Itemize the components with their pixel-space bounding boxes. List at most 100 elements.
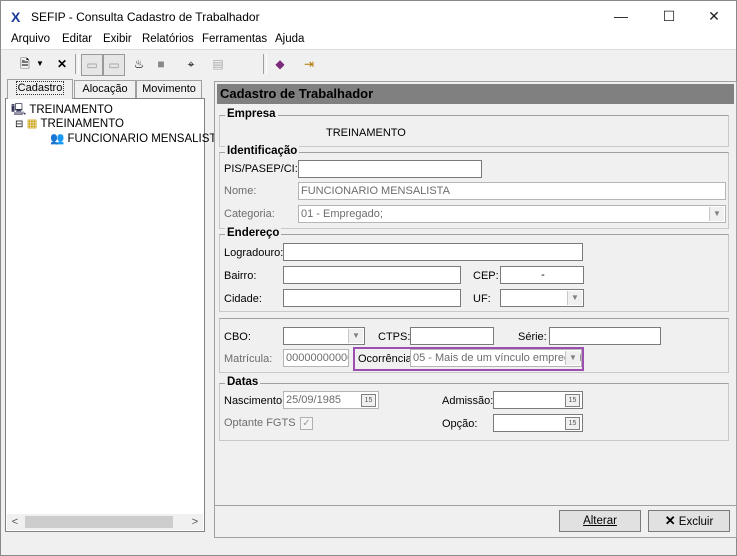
matricula-input[interactable]: 00000000000 — [283, 349, 349, 367]
people-icon: 👥 — [50, 133, 65, 145]
move-left-icon[interactable]: ▭ — [81, 54, 103, 76]
cidade-input[interactable] — [283, 289, 461, 307]
right-panel: Cadastro de Trabalhador Empresa TREINAME… — [214, 81, 737, 538]
building-icon: ▦ — [26, 118, 38, 130]
cbo-select[interactable]: ▼ — [283, 327, 365, 345]
nome-input[interactable]: FUNCIONARIO MENSALISTA — [298, 182, 726, 200]
menu-bar: Arquivo Editar Exibir Relatórios Ferrame… — [1, 31, 736, 49]
logradouro-label: Logradouro: — [224, 247, 284, 259]
cep-input[interactable]: - — [500, 266, 584, 284]
excluir-button[interactable]: ✕ Excluir — [648, 510, 730, 532]
serie-input[interactable] — [549, 327, 661, 345]
calendar-icon[interactable]: 15 — [565, 417, 580, 430]
ocorrencia-highlight-box — [353, 347, 584, 371]
identificacao-group: Identificação PIS/PASEP/CI: Nome: FUNCIO… — [219, 145, 729, 229]
bairro-label: Bairro: — [224, 270, 257, 282]
nascimento-value: 25/09/1985 — [286, 394, 342, 406]
menu-ajuda[interactable]: Ajuda — [275, 33, 304, 45]
report-icon[interactable]: ▤ — [208, 54, 228, 74]
tree-employee-item[interactable]: 👥 FUNCIONARIO MENSALISTA — [50, 131, 223, 145]
toolbar-separator — [263, 54, 267, 74]
tree-company-item[interactable]: ⊟ ▦ TREINAMENTO — [15, 116, 124, 130]
tree-company-label: TREINAMENTO — [40, 118, 124, 130]
minimize-button[interactable]: — — [598, 1, 644, 31]
scroll-right-icon[interactable]: > — [187, 514, 203, 530]
ctps-label: CTPS: — [378, 331, 411, 343]
excluir-icon: ✕ — [664, 513, 676, 528]
alterar-label: Alterar — [583, 515, 617, 527]
optante-fgts-label: Optante FGTS — [224, 417, 296, 429]
uf-label: UF: — [473, 293, 491, 305]
new-document-icon[interactable]: 🗎 — [15, 54, 35, 74]
menu-arquivo[interactable]: Arquivo — [11, 33, 50, 45]
pis-input[interactable] — [298, 160, 482, 178]
collapse-icon[interactable]: ⊟ — [15, 119, 23, 130]
tree-view: 🖳 TREINAMENTO ⊟ ▦ TREINAMENTO 👥 FUNCIONA… — [5, 98, 223, 532]
delete-icon[interactable]: ✕ — [52, 54, 72, 74]
matricula-label: Matrícula: — [224, 353, 273, 365]
horizontal-scrollbar[interactable]: < > — [7, 514, 203, 530]
panel-title: Cadastro de Trabalhador — [217, 84, 734, 104]
categoria-value: 01 - Empregado; — [301, 208, 383, 220]
cep-label: CEP: — [473, 270, 499, 282]
menu-ferramentas[interactable]: Ferramentas — [202, 33, 267, 45]
window-title: SEFIP - Consulta Cadastro de Trabalhador — [31, 10, 260, 24]
alterar-button[interactable]: Alterar — [559, 510, 641, 532]
serie-label: Série: — [518, 331, 547, 343]
title-bar: X SEFIP - Consulta Cadastro de Trabalhad… — [1, 1, 736, 31]
calendar-icon[interactable]: 15 — [361, 394, 376, 407]
menu-exibir[interactable]: Exibir — [103, 33, 132, 45]
admissao-input[interactable]: 15 — [493, 391, 583, 409]
endereco-group: Endereço Logradouro: Bairro: CEP: - Cida… — [219, 227, 729, 312]
help-book-icon[interactable]: ◆ — [270, 54, 290, 74]
excluir-label: Excluir — [678, 516, 714, 528]
tree-icon[interactable]: ♨ — [129, 54, 149, 74]
binoculars-icon[interactable]: ⌖ — [181, 54, 201, 74]
move-right-icon[interactable]: ▭ — [103, 54, 125, 76]
logradouro-input[interactable] — [283, 243, 583, 261]
calendar-icon[interactable]: 15 — [565, 394, 580, 407]
bairro-input[interactable] — [283, 266, 461, 284]
tree-root-label: TREINAMENTO — [29, 104, 113, 116]
opcao-input[interactable]: 15 — [493, 414, 583, 432]
new-dropdown-icon[interactable]: ▼ — [35, 54, 45, 74]
cbo-label: CBO: — [224, 331, 251, 343]
tab-cadastro[interactable]: Cadastro — [7, 79, 73, 99]
nascimento-input[interactable]: 25/09/1985 15 — [283, 391, 379, 409]
ctps-input[interactable] — [410, 327, 494, 345]
tab-alocacao[interactable]: Alocação — [74, 80, 136, 98]
chevron-down-icon[interactable]: ▼ — [348, 329, 363, 343]
exit-door-icon[interactable]: ⇥ — [299, 54, 319, 74]
menu-editar[interactable]: Editar — [62, 33, 92, 45]
scroll-thumb[interactable] — [25, 516, 173, 528]
cidade-label: Cidade: — [224, 293, 262, 305]
tree-employee-label: FUNCIONARIO MENSALISTA — [67, 133, 224, 145]
sefip-app-icon: X — [11, 9, 21, 25]
computer-icon: 🖳 — [11, 104, 27, 116]
stop-icon[interactable]: ■ — [151, 54, 171, 74]
footer-divider — [215, 505, 736, 506]
app-window: X SEFIP - Consulta Cadastro de Trabalhad… — [0, 0, 737, 556]
nome-label: Nome: — [224, 185, 257, 197]
uf-select[interactable]: ▼ — [500, 289, 584, 307]
close-button[interactable]: ✕ — [691, 1, 737, 31]
maximize-button[interactable]: ☐ — [646, 1, 692, 31]
categoria-label: Categoria: — [224, 208, 275, 220]
datas-title: Datas — [225, 376, 261, 388]
identificacao-title: Identificação — [225, 145, 300, 157]
datas-group: Datas Nascimento: 25/09/1985 15 Admissão… — [219, 376, 729, 441]
categoria-select[interactable]: 01 - Empregado; ▼ — [298, 205, 726, 223]
admissao-label: Admissão: — [442, 395, 494, 407]
menu-relatorios[interactable]: Relatórios — [142, 33, 194, 45]
toolbar: 🗎 ▼ ✕ ▭ ▭ ♨ ■ ⌖ ▤ ◆ ⇥ — [1, 49, 736, 78]
empresa-group: Empresa TREINAMENTO — [219, 108, 729, 147]
scroll-left-icon[interactable]: < — [7, 514, 23, 530]
optante-fgts-checkbox[interactable]: ✓ — [300, 417, 313, 430]
empresa-title: Empresa — [225, 108, 278, 120]
tab-movimento[interactable]: Movimento — [136, 80, 202, 98]
left-panel: Cadastro Alocação Movimento 🖳 TREINAMENT… — [5, 79, 223, 532]
endereco-title: Endereço — [225, 227, 282, 239]
chevron-down-icon[interactable]: ▼ — [709, 207, 724, 221]
empresa-value: TREINAMENTO — [326, 127, 406, 139]
chevron-down-icon[interactable]: ▼ — [567, 291, 582, 305]
